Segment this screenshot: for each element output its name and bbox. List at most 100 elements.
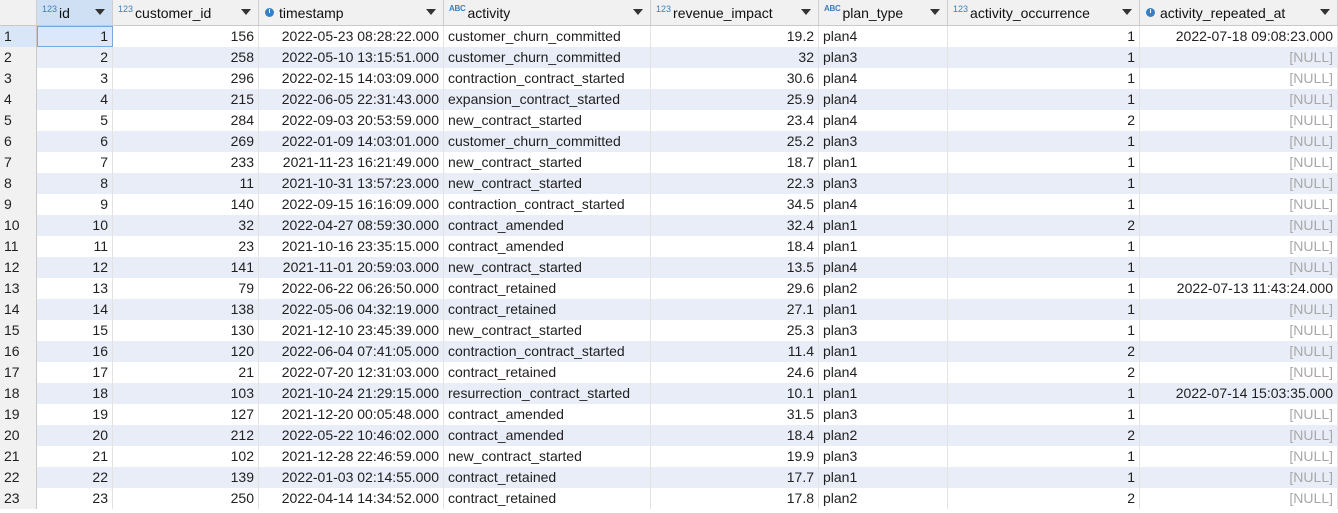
cell-activity-occurrence[interactable]: 1 [948, 446, 1140, 467]
cell-customer-id[interactable]: 233 [113, 152, 259, 173]
cell-id[interactable]: 18 [37, 383, 113, 404]
table-row[interactable]: 23 23 250 2022-04-14 14:34:52.000 contract_r… [0, 488, 1338, 509]
cell-timestamp[interactable]: 2021-12-20 00:05:48.000 [259, 404, 444, 425]
cell-activity[interactable]: customer_churn_committed [444, 26, 651, 47]
cell-customer-id[interactable]: 215 [113, 89, 259, 110]
cell-activity-occurrence[interactable]: 1 [948, 320, 1140, 341]
cell-activity[interactable]: new_contract_started [444, 257, 651, 278]
cell-id[interactable]: 17 [37, 362, 113, 383]
cell-activity-occurrence[interactable]: 1 [948, 467, 1140, 488]
row-number[interactable]: 4 [0, 89, 37, 110]
row-number[interactable]: 17 [0, 362, 37, 383]
cell-timestamp[interactable]: 2022-05-23 08:28:22.000 [259, 26, 444, 47]
cell-activity[interactable]: new_contract_started [444, 446, 651, 467]
cell-activity-repeated-at[interactable]: [NULL] [1140, 173, 1338, 194]
cell-customer-id[interactable]: 11 [113, 173, 259, 194]
cell-timestamp[interactable]: 2022-06-04 07:41:05.000 [259, 341, 444, 362]
cell-activity[interactable]: contract_retained [444, 467, 651, 488]
cell-id[interactable]: 2 [37, 47, 113, 68]
row-number[interactable]: 7 [0, 152, 37, 173]
cell-revenue-impact[interactable]: 23.4 [651, 110, 819, 131]
cell-revenue-impact[interactable]: 25.3 [651, 320, 819, 341]
sort-dropdown-icon[interactable] [95, 9, 105, 15]
cell-timestamp[interactable]: 2021-12-28 22:46:59.000 [259, 446, 444, 467]
cell-revenue-impact[interactable]: 17.8 [651, 488, 819, 509]
column-header-timestamp[interactable]: timestamp [259, 0, 444, 25]
cell-plan-type[interactable]: plan1 [819, 215, 948, 236]
table-row[interactable]: 2 2 258 2022-05-10 13:15:51.000 customer_chu… [0, 47, 1338, 68]
row-number[interactable]: 22 [0, 467, 37, 488]
cell-plan-type[interactable]: plan1 [819, 467, 948, 488]
cell-plan-type[interactable]: plan1 [819, 341, 948, 362]
row-number[interactable]: 11 [0, 236, 37, 257]
cell-customer-id[interactable]: 139 [113, 467, 259, 488]
cell-customer-id[interactable]: 212 [113, 425, 259, 446]
table-row[interactable]: 22 22 139 2022-01-03 02:14:55.000 contract_r… [0, 467, 1338, 488]
row-number[interactable]: 18 [0, 383, 37, 404]
cell-revenue-impact[interactable]: 27.1 [651, 299, 819, 320]
cell-timestamp[interactable]: 2021-10-31 13:57:23.000 [259, 173, 444, 194]
cell-customer-id[interactable]: 138 [113, 299, 259, 320]
cell-activity-repeated-at[interactable]: [NULL] [1140, 236, 1338, 257]
sort-dropdown-icon[interactable] [930, 9, 940, 15]
cell-timestamp[interactable]: 2022-06-05 22:31:43.000 [259, 89, 444, 110]
cell-timestamp[interactable]: 2022-05-10 13:15:51.000 [259, 47, 444, 68]
cell-customer-id[interactable]: 103 [113, 383, 259, 404]
cell-activity-repeated-at[interactable]: [NULL] [1140, 320, 1338, 341]
cell-id[interactable]: 21 [37, 446, 113, 467]
cell-revenue-impact[interactable]: 17.7 [651, 467, 819, 488]
cell-plan-type[interactable]: plan3 [819, 173, 948, 194]
cell-activity-repeated-at[interactable]: [NULL] [1140, 362, 1338, 383]
cell-timestamp[interactable]: 2021-11-23 16:21:49.000 [259, 152, 444, 173]
cell-id[interactable]: 19 [37, 404, 113, 425]
cell-customer-id[interactable]: 156 [113, 26, 259, 47]
corner-cell[interactable] [0, 0, 37, 25]
cell-activity-occurrence[interactable]: 2 [948, 488, 1140, 509]
cell-revenue-impact[interactable]: 25.9 [651, 89, 819, 110]
cell-activity[interactable]: contraction_contract_started [444, 68, 651, 89]
table-row[interactable]: 1 1 156 2022-05-23 08:28:22.000 customer_chu… [0, 26, 1338, 47]
cell-activity[interactable]: customer_churn_committed [444, 47, 651, 68]
cell-plan-type[interactable]: plan4 [819, 194, 948, 215]
cell-plan-type[interactable]: plan4 [819, 68, 948, 89]
cell-id[interactable]: 14 [37, 299, 113, 320]
column-header-activity-occurrence[interactable]: 123 activity_occurrence [948, 0, 1140, 25]
row-number[interactable]: 3 [0, 68, 37, 89]
cell-plan-type[interactable]: plan4 [819, 26, 948, 47]
column-header-id[interactable]: 123 id [37, 0, 113, 25]
cell-customer-id[interactable]: 269 [113, 131, 259, 152]
table-row[interactable]: 9 9 140 2022-09-15 16:16:09.000 contraction_… [0, 194, 1338, 215]
cell-revenue-impact[interactable]: 25.2 [651, 131, 819, 152]
table-row[interactable]: 16 16 120 2022-06-04 07:41:05.000 contractio… [0, 341, 1338, 362]
cell-id[interactable]: 16 [37, 341, 113, 362]
cell-revenue-impact[interactable]: 18.4 [651, 425, 819, 446]
cell-revenue-impact[interactable]: 13.5 [651, 257, 819, 278]
cell-activity-occurrence[interactable]: 1 [948, 236, 1140, 257]
cell-activity[interactable]: contract_retained [444, 299, 651, 320]
table-row[interactable]: 21 21 102 2021-12-28 22:46:59.000 new_contra… [0, 446, 1338, 467]
table-row[interactable]: 20 20 212 2022-05-22 10:46:02.000 contract_a… [0, 425, 1338, 446]
table-row[interactable]: 3 3 296 2022-02-15 14:03:09.000 contraction_… [0, 68, 1338, 89]
sort-dropdown-icon[interactable] [241, 9, 251, 15]
column-header-plan-type[interactable]: ABC plan_type [819, 0, 948, 25]
cell-activity-repeated-at[interactable]: [NULL] [1140, 467, 1338, 488]
cell-activity-repeated-at[interactable]: 2022-07-13 11:43:24.000 [1140, 278, 1338, 299]
cell-customer-id[interactable]: 296 [113, 68, 259, 89]
cell-id[interactable]: 9 [37, 194, 113, 215]
cell-activity-repeated-at[interactable]: [NULL] [1140, 341, 1338, 362]
cell-plan-type[interactable]: plan3 [819, 404, 948, 425]
cell-revenue-impact[interactable]: 34.5 [651, 194, 819, 215]
table-row[interactable]: 8 8 11 2021-10-31 13:57:23.000 new_contract_… [0, 173, 1338, 194]
row-number[interactable]: 15 [0, 320, 37, 341]
table-row[interactable]: 12 12 141 2021-11-01 20:59:03.000 new_contra… [0, 257, 1338, 278]
cell-revenue-impact[interactable]: 31.5 [651, 404, 819, 425]
cell-customer-id[interactable]: 23 [113, 236, 259, 257]
cell-revenue-impact[interactable]: 10.1 [651, 383, 819, 404]
cell-id[interactable]: 22 [37, 467, 113, 488]
cell-timestamp[interactable]: 2022-05-22 10:46:02.000 [259, 425, 444, 446]
cell-id[interactable]: 10 [37, 215, 113, 236]
table-row[interactable]: 15 15 130 2021-12-10 23:45:39.000 new_contra… [0, 320, 1338, 341]
cell-id[interactable]: 3 [37, 68, 113, 89]
cell-customer-id[interactable]: 284 [113, 110, 259, 131]
cell-activity[interactable]: new_contract_started [444, 320, 651, 341]
